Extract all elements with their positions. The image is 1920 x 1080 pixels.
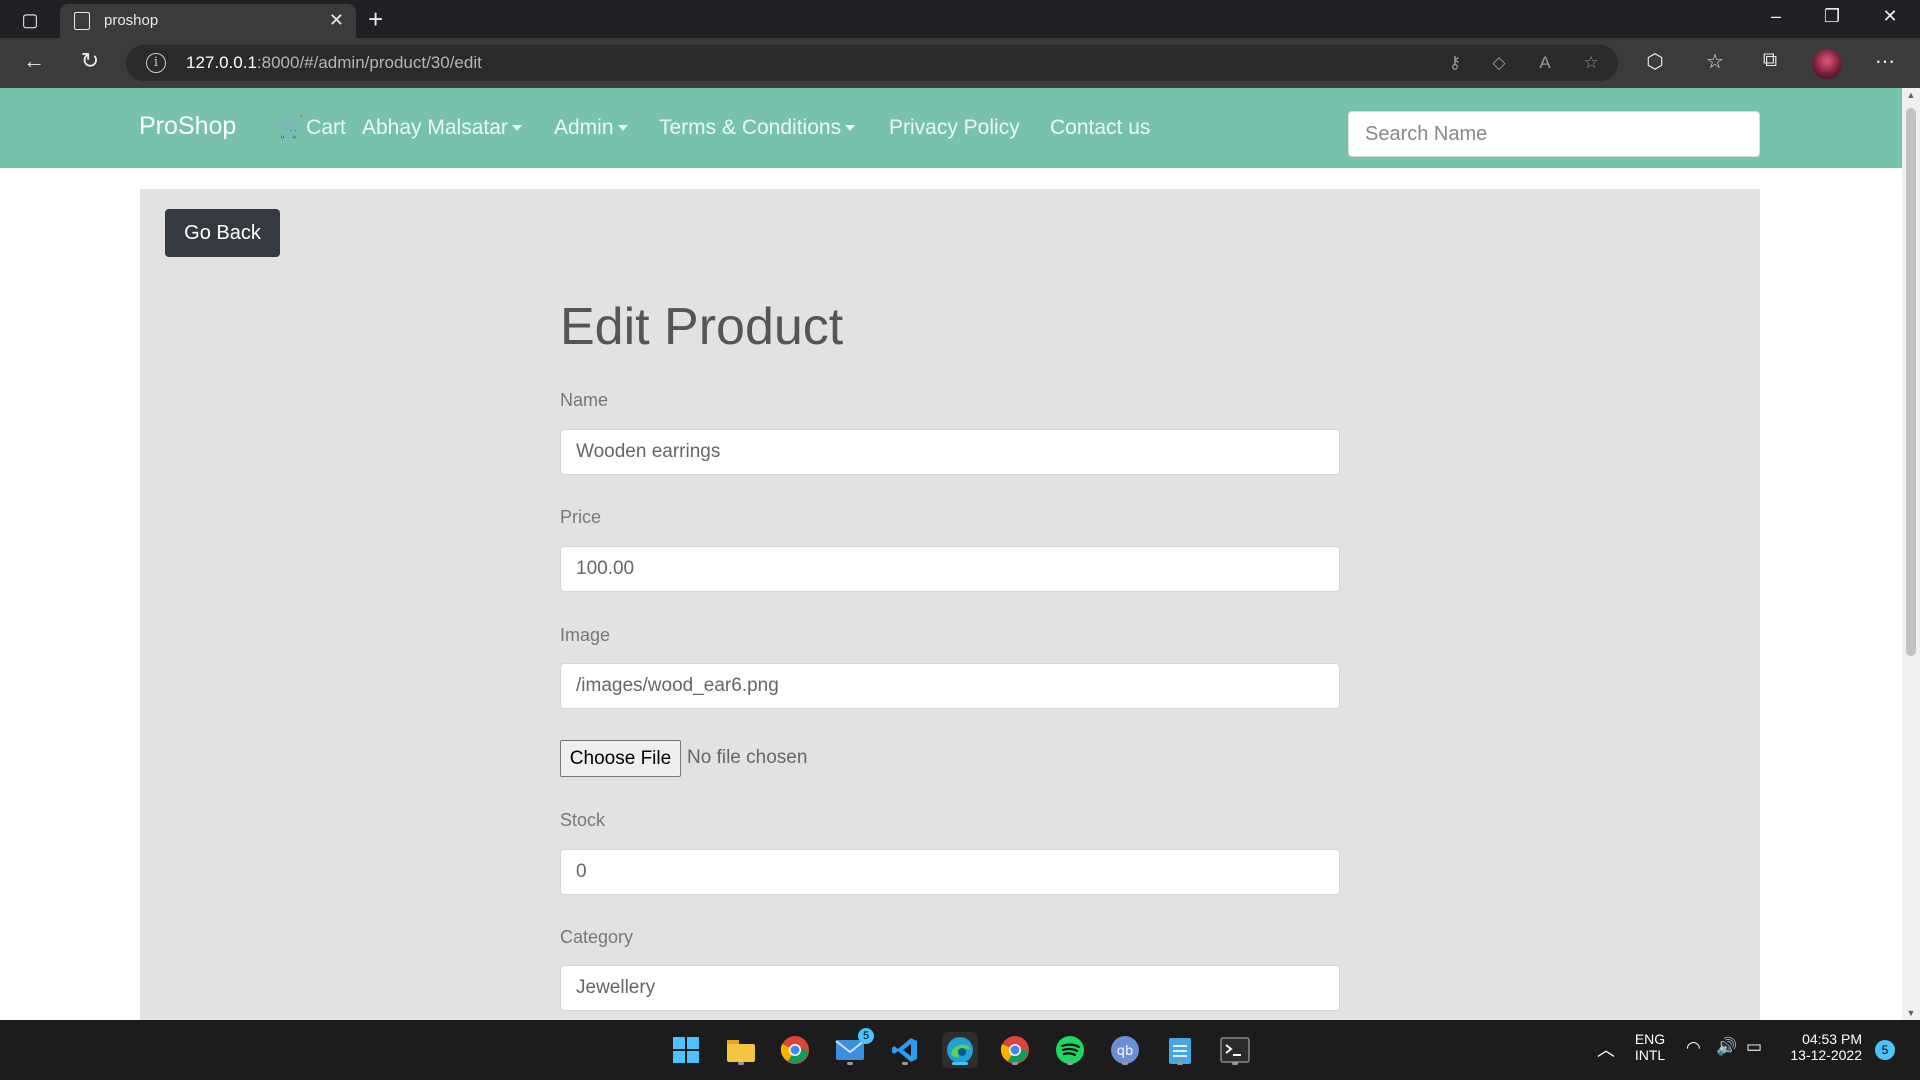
windows-taskbar: 5 qb ︿ ENG INTL ◠ 🔊 ▭ 04:53 PM 13-12-202… [0,1020,1920,1080]
url-path: :8000/#/admin/product/30/edit [256,53,482,72]
extensions-icon[interactable]: ⬡ [1640,49,1670,74]
notification-badge[interactable]: 5 [1875,1040,1895,1060]
choose-file-button[interactable]: Choose File [560,740,681,777]
url-host: 127.0.0.1 [186,53,257,72]
nav-terms-label: Terms & Conditions [659,116,842,139]
stock-label: Stock [560,810,606,830]
add-favorite-icon[interactable]: ☆ [1578,53,1604,73]
profile-avatar[interactable] [1812,49,1842,79]
running-indicator [738,1062,744,1065]
nav-user-label: Abhay Malsatar [362,116,508,139]
browser-tab-bar: ▢ proshop ✕ + – ❐ ✕ [0,0,1920,38]
page-scrollbar[interactable]: ▲ ▼ [1902,88,1920,1020]
stock-field[interactable] [560,849,1340,895]
back-arrow-icon[interactable]: ← [18,48,50,74]
search-input[interactable] [1348,111,1760,157]
vscode-icon[interactable] [887,1032,923,1068]
page-viewport: ProShop 🛒Cart Abhay Malsatar Admin Terms… [0,88,1902,1020]
scroll-down-icon[interactable]: ▼ [1902,1008,1920,1018]
category-label: Category [560,927,634,947]
chevron-down-icon [617,125,628,132]
window-close-icon[interactable]: ✕ [1870,6,1910,27]
terminal-icon[interactable] [1217,1032,1253,1068]
running-indicator [1122,1062,1128,1065]
close-tab-icon[interactable]: ✕ [329,10,344,31]
edge-icon[interactable] [942,1032,978,1068]
tab-actions-icon[interactable]: ▢ [16,8,44,32]
site-info-icon[interactable]: i [146,53,166,73]
language-indicator[interactable]: ENG INTL [1634,1031,1666,1063]
running-indicator [1012,1062,1018,1065]
image-label: Image [560,625,611,645]
price-field[interactable] [560,546,1340,592]
nav-admin-label: Admin [554,116,614,139]
chrome-icon[interactable] [997,1032,1033,1068]
key-icon[interactable]: ⚷ [1442,53,1468,73]
battery-icon[interactable]: ▭ [1746,1037,1762,1057]
spotify-icon[interactable] [1052,1032,1088,1068]
address-toolbar: ← ↻ i 127.0.0.1:8000/#/admin/product/30/… [0,38,1920,88]
clock-time: 04:53 PM [1802,1031,1862,1047]
file-explorer-icon[interactable] [723,1032,759,1068]
clock-date: 13-12-2022 [1790,1047,1862,1063]
mail-icon[interactable]: 5 [832,1028,874,1068]
minimize-icon[interactable]: – [1756,6,1796,27]
collections-icon[interactable]: ⧉ [1755,49,1785,72]
running-indicator [1067,1062,1073,1065]
restore-icon[interactable]: ❐ [1812,6,1852,27]
favorites-icon[interactable]: ☆ [1700,49,1730,74]
browser-tab[interactable]: proshop ✕ [60,4,356,38]
scrollbar-thumb[interactable] [1906,108,1916,656]
address-bar[interactable]: i 127.0.0.1:8000/#/admin/product/30/edit… [126,45,1618,81]
mail-badge: 5 [858,1028,874,1044]
new-tab-button[interactable]: + [368,4,383,34]
running-indicator [847,1062,853,1065]
language-top: ENG [1634,1031,1666,1047]
brand-logo[interactable]: ProShop [139,112,236,141]
nav-contact-link[interactable]: Contact us [1050,116,1150,140]
refresh-icon[interactable]: ↻ [74,48,106,74]
tab-title: proshop [104,12,159,29]
category-field[interactable] [560,965,1340,1011]
nav-terms-dropdown[interactable]: Terms & Conditions [659,116,856,140]
file-status: No file chosen [687,747,808,768]
windows-start-icon[interactable] [668,1032,704,1068]
qbittorrent-icon[interactable]: qb [1107,1032,1143,1068]
site-navbar: ProShop 🛒Cart Abhay Malsatar Admin Terms… [0,88,1902,168]
nav-cart-label: Cart [306,116,346,139]
url-text[interactable]: 127.0.0.1:8000/#/admin/product/30/edit [186,53,482,73]
running-indicator [902,1062,908,1065]
nav-user-dropdown[interactable]: Abhay Malsatar [362,116,522,140]
image-field[interactable] [560,663,1340,709]
page-icon [74,12,90,30]
price-label: Price [560,507,602,527]
speaker-icon[interactable]: 🔊 [1716,1037,1737,1057]
running-indicator [1232,1062,1238,1065]
nav-admin-dropdown[interactable]: Admin [554,116,628,140]
name-label: Name [560,390,609,410]
name-field[interactable] [560,429,1340,475]
chevron-up-icon[interactable]: ︿ [1597,1036,1615,1062]
go-back-button[interactable]: Go Back [165,209,280,257]
nav-cart[interactable]: 🛒Cart [278,116,346,140]
chrome-icon[interactable] [777,1032,813,1068]
active-indicator [952,1062,968,1065]
read-aloud-icon[interactable]: A [1532,53,1558,73]
wifi-icon[interactable]: ◠ [1686,1038,1701,1058]
notepad-icon[interactable] [1162,1032,1198,1068]
main-container: Go Back Edit Product Name Price Image Ch… [140,189,1760,1020]
tag-icon[interactable]: ◇ [1486,53,1512,73]
chevron-down-icon [845,125,856,132]
nav-privacy-link[interactable]: Privacy Policy [889,116,1020,140]
svg-text:qb: qb [1117,1044,1134,1059]
scroll-up-icon[interactable]: ▲ [1902,90,1920,100]
clock[interactable]: 04:53 PM 13-12-2022 [1784,1031,1862,1063]
chevron-down-icon [511,125,522,132]
running-indicator [1177,1062,1183,1065]
more-options-icon[interactable]: ⋯ [1870,49,1900,74]
page-title: Edit Product [560,298,844,356]
cart-icon: 🛒 [278,116,305,139]
language-bottom: INTL [1634,1047,1666,1063]
